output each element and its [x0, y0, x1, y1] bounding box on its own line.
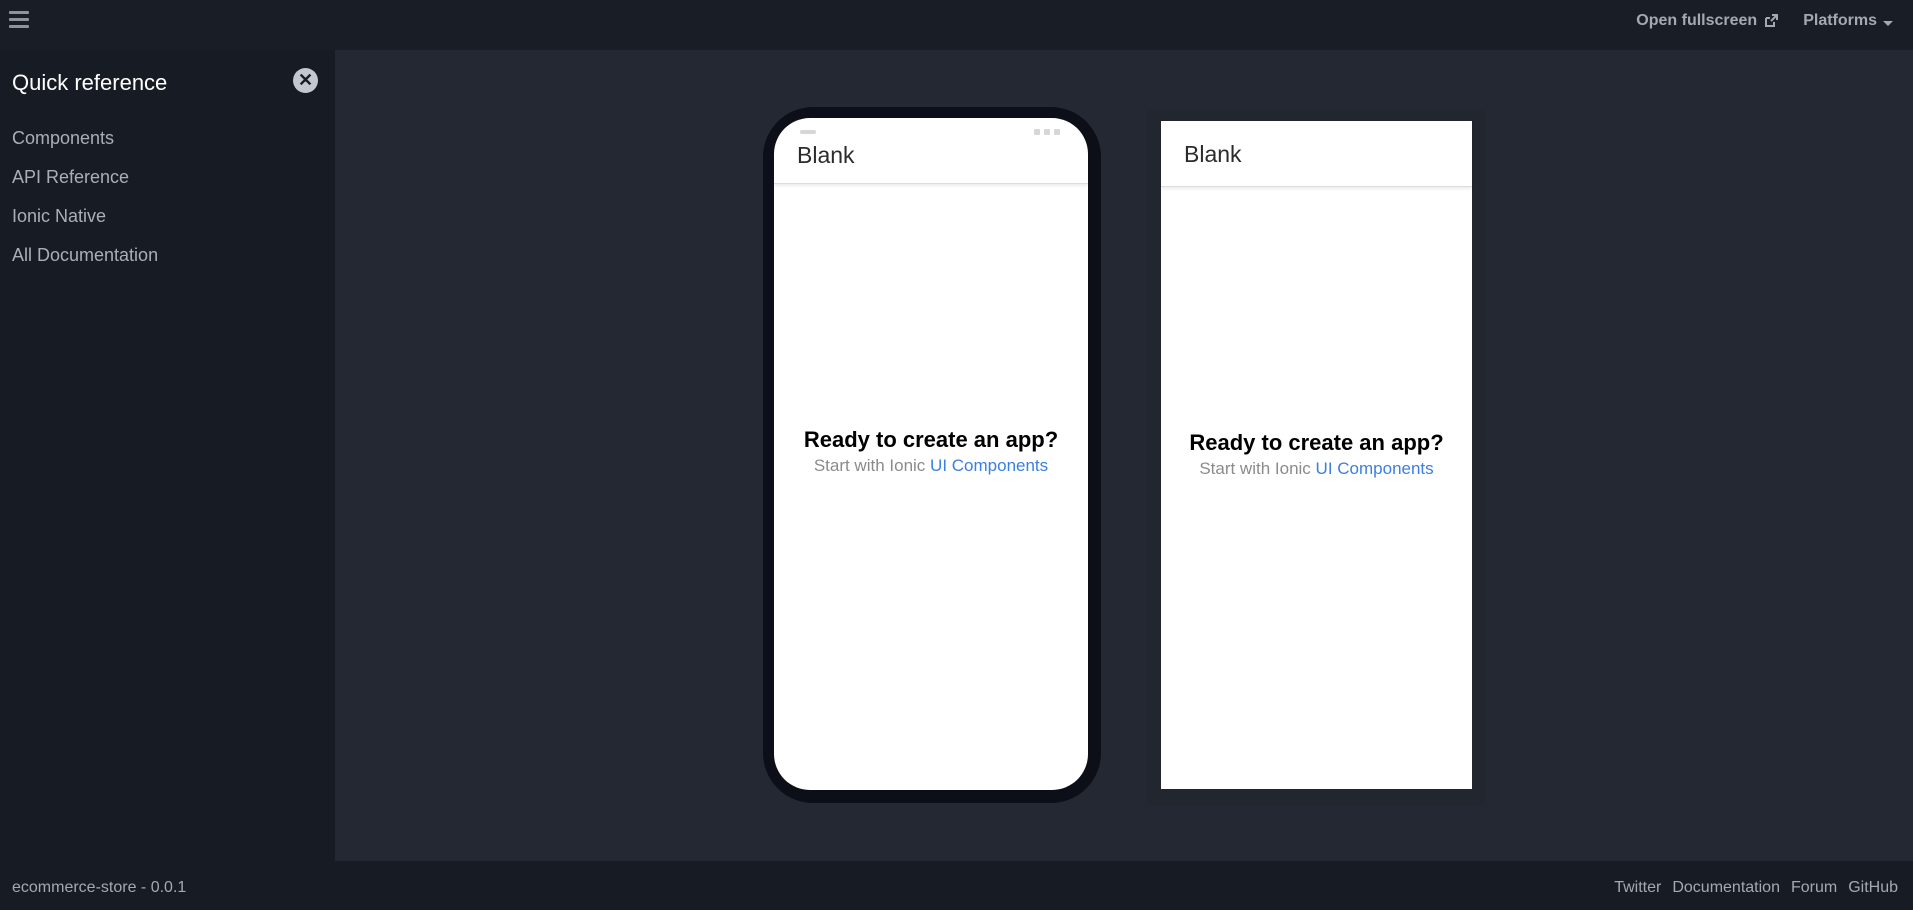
footer-links: Twitter Documentation Forum GitHub [1614, 879, 1898, 897]
android-subtext-label: Start with Ionic [1199, 459, 1311, 478]
ios-content: Ready to create an app? Start with Ionic… [774, 184, 1088, 790]
platforms-label: Platforms [1803, 12, 1877, 29]
sidebar-item-components[interactable]: Components [12, 119, 158, 158]
ios-device-frame: Blank Ready to create an app? Start with… [763, 107, 1101, 803]
sidebar-nav: Components API Reference Ionic Native Al… [12, 119, 158, 275]
footer: ecommerce-store - 0.0.1 Twitter Document… [0, 861, 1913, 910]
ios-ui-components-link[interactable]: UI Components [930, 456, 1048, 475]
ios-screen[interactable]: Blank Ready to create an app? Start with… [774, 118, 1088, 790]
ios-subtext-label: Start with Ionic [813, 456, 926, 475]
top-right-nav: Open fullscreen Platforms [1636, 12, 1893, 30]
android-device-frame: Blank Ready to create an app? Start with… [1147, 110, 1485, 806]
android-screen[interactable]: Blank Ready to create an app? Start with… [1161, 121, 1472, 789]
open-fullscreen-link[interactable]: Open fullscreen [1636, 12, 1779, 30]
ios-heading: Ready to create an app? [803, 427, 1059, 452]
close-icon[interactable]: ✕ [293, 68, 318, 93]
sidebar-title: Quick reference [12, 70, 168, 95]
quick-reference-sidebar: Quick reference ✕ Components API Referen… [0, 50, 335, 861]
android-app-header: Blank [1161, 121, 1472, 187]
android-heading: Ready to create an app? [1189, 430, 1444, 455]
android-content: Ready to create an app? Start with Ionic… [1161, 187, 1472, 789]
preview-area [335, 50, 1913, 861]
android-subtext: Start with Ionic UI Components [1161, 459, 1472, 479]
android-ui-components-link[interactable]: UI Components [1316, 459, 1434, 478]
footer-link-documentation[interactable]: Documentation [1672, 879, 1780, 897]
platforms-dropdown[interactable]: Platforms [1803, 12, 1893, 30]
ios-app-header: Blank [774, 118, 1088, 184]
footer-link-forum[interactable]: Forum [1791, 879, 1837, 897]
footer-link-github[interactable]: GitHub [1848, 879, 1898, 897]
sidebar-item-api-reference[interactable]: API Reference [12, 158, 158, 197]
top-bar: Open fullscreen Platforms [0, 0, 1913, 50]
open-fullscreen-label: Open fullscreen [1636, 12, 1758, 29]
ios-subtext: Start with Ionic UI Components [774, 456, 1088, 476]
hamburger-icon[interactable] [9, 11, 29, 29]
project-version: ecommerce-store - 0.0.1 [12, 879, 187, 896]
footer-link-twitter[interactable]: Twitter [1614, 879, 1661, 897]
chevron-down-icon [1883, 20, 1893, 26]
android-header-title: Blank [1184, 141, 1242, 167]
sidebar-item-all-documentation[interactable]: All Documentation [12, 236, 158, 275]
ios-header-title: Blank [797, 142, 855, 168]
sidebar-item-ionic-native[interactable]: Ionic Native [12, 197, 158, 236]
external-link-icon [1765, 14, 1779, 27]
